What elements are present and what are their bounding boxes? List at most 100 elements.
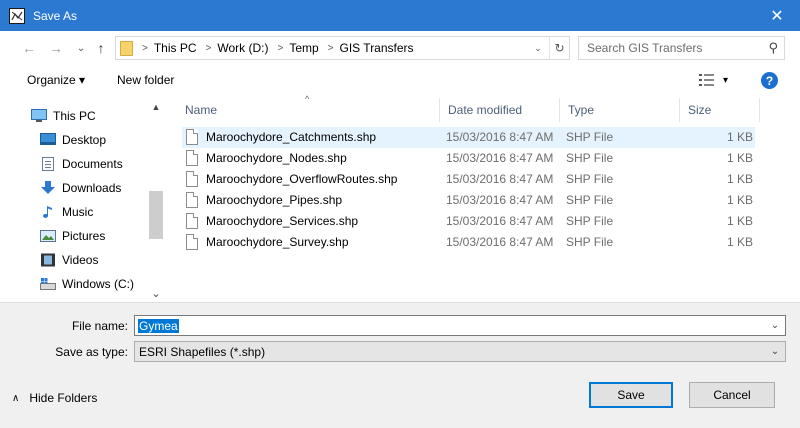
recent-locations-button[interactable]: ⌄ <box>72 39 90 57</box>
breadcrumb: > This PC > Work (D:) > Temp > GIS Trans… <box>142 41 414 55</box>
save-button[interactable]: Save <box>589 382 673 408</box>
save-options-panel: File name: Gymea ⌄ Save as type: ESRI Sh… <box>0 302 800 428</box>
nav-item-label: This PC <box>53 109 96 123</box>
refresh-button[interactable]: ↻ <box>549 37 569 59</box>
chevron-up-icon: ▲ <box>151 102 161 112</box>
nav-item-videos[interactable]: Videos <box>40 248 148 272</box>
back-button[interactable]: ← <box>20 39 38 57</box>
crumb-this-pc[interactable]: This PC <box>154 41 197 55</box>
file-row[interactable]: Maroochydore_Catchments.shp 15/03/2016 8… <box>182 127 755 148</box>
nav-item-label: Music <box>62 205 94 219</box>
nav-item-music[interactable]: Music <box>40 200 148 224</box>
file-icon <box>186 213 198 229</box>
file-name: Maroochydore_Services.shp <box>206 214 359 228</box>
hide-folders-label: Hide Folders <box>29 391 98 405</box>
chevron-up-icon: ∧ <box>12 392 20 404</box>
file-type: SHP File <box>566 214 614 228</box>
file-icon <box>186 171 198 187</box>
file-row[interactable]: Maroochydore_OverflowRoutes.shp 15/03/20… <box>182 169 755 190</box>
computer-icon <box>31 109 47 122</box>
file-size: 1 KB <box>726 193 753 207</box>
nav-item-documents[interactable]: Documents <box>40 152 148 176</box>
nav-item-desktop[interactable]: Desktop <box>40 128 148 152</box>
videos-icon <box>41 253 55 267</box>
up-arrow-icon: ↑ <box>97 40 105 56</box>
close-button[interactable]: ✕ <box>754 0 800 31</box>
file-type: SHP File <box>566 235 614 249</box>
column-header-date[interactable]: Date modified <box>440 98 560 122</box>
file-size: 1 KB <box>726 151 753 165</box>
nav-item-label: Videos <box>62 253 99 267</box>
chevron-down-icon: ⌄ <box>770 346 780 357</box>
filename-input[interactable]: Gymea ⌄ <box>134 315 786 336</box>
chevron-down-icon: ⌄ <box>534 42 542 53</box>
chevron-down-icon: ⌄ <box>151 287 161 300</box>
nav-item-this-pc[interactable]: This PC <box>31 104 148 128</box>
search-input[interactable]: Search GIS Transfers ⚲ <box>578 36 785 60</box>
file-date: 15/03/2016 8:47 AM <box>446 151 554 165</box>
column-header-name[interactable]: ^ Name <box>177 94 440 122</box>
new-folder-button[interactable]: New folder <box>117 73 174 87</box>
nav-scrollbar[interactable]: ▲ ⌄ <box>148 98 164 302</box>
sort-arrow-icon: ^ <box>305 94 310 104</box>
save-as-type-label: Save as type: <box>55 345 128 359</box>
file-row[interactable]: Maroochydore_Services.shp 15/03/2016 8:4… <box>182 211 755 232</box>
drive-icon <box>40 278 56 290</box>
nav-item-downloads[interactable]: Downloads <box>40 176 148 200</box>
view-options-icon[interactable] <box>699 73 715 87</box>
up-button[interactable]: ↑ <box>92 39 110 57</box>
file-row[interactable]: Maroochydore_Survey.shp 15/03/2016 8:47 … <box>182 232 755 253</box>
organize-button[interactable]: Organize ▾ <box>27 73 85 87</box>
navigation-pane: This PC Desktop Documents Downloads Musi… <box>0 98 167 302</box>
nav-item-label: Documents <box>62 157 123 171</box>
column-header-type[interactable]: Type <box>560 98 680 122</box>
desktop-icon <box>40 133 56 145</box>
file-icon <box>186 129 198 145</box>
scroll-up-button[interactable]: ▲ <box>148 100 164 114</box>
help-icon[interactable]: ? <box>761 72 778 89</box>
address-bar[interactable]: > This PC > Work (D:) > Temp > GIS Trans… <box>115 36 570 60</box>
nav-item-windows-c[interactable]: Windows (C:) <box>40 272 148 296</box>
save-as-type-value: ESRI Shapefiles (*.shp) <box>139 344 266 359</box>
folder-icon <box>120 40 133 56</box>
file-type: SHP File <box>566 193 614 207</box>
file-icon <box>186 234 198 250</box>
file-date: 15/03/2016 8:47 AM <box>446 193 554 207</box>
file-icon <box>186 192 198 208</box>
save-as-type-select[interactable]: ESRI Shapefiles (*.shp) ⌄ <box>134 341 786 362</box>
crumb-temp[interactable]: Temp <box>289 41 318 55</box>
crumb-gis-transfers[interactable]: GIS Transfers <box>340 41 414 55</box>
column-header-size[interactable]: Size <box>680 98 760 122</box>
scroll-thumb[interactable] <box>149 191 163 239</box>
nav-item-label: Pictures <box>62 229 106 243</box>
crumb-work-drive[interactable]: Work (D:) <box>217 41 268 55</box>
file-type: SHP File <box>566 172 614 186</box>
pictures-icon <box>40 230 56 242</box>
file-size: 1 KB <box>726 235 753 249</box>
file-size: 1 KB <box>726 214 753 228</box>
filename-value: Gymea <box>138 318 179 333</box>
music-icon <box>43 206 52 218</box>
address-dropdown-button[interactable]: ⌄ <box>529 37 547 59</box>
downloads-icon <box>41 181 55 194</box>
file-date: 15/03/2016 8:47 AM <box>446 235 554 249</box>
file-name: Maroochydore_Pipes.shp <box>206 193 343 207</box>
search-placeholder: Search GIS Transfers <box>587 41 703 55</box>
file-row[interactable]: Maroochydore_Pipes.shp 15/03/2016 8:47 A… <box>182 190 755 211</box>
scroll-down-button[interactable]: ⌄ <box>148 286 164 300</box>
chevron-down-icon[interactable]: ⌄ <box>767 316 783 335</box>
view-dropdown-button[interactable]: ▾ <box>723 75 728 86</box>
nav-item-pictures[interactable]: Pictures <box>40 224 148 248</box>
address-row: ← → ⌄ ↑ > This PC > Work (D:) > Temp > G… <box>0 31 800 64</box>
cancel-button[interactable]: Cancel <box>689 382 775 408</box>
nav-item-label: Downloads <box>62 181 122 195</box>
hide-folders-button[interactable]: ∧ Hide Folders <box>12 391 97 405</box>
forward-button[interactable]: → <box>47 39 65 57</box>
search-icon: ⚲ <box>768 40 778 55</box>
file-row[interactable]: Maroochydore_Nodes.shp 15/03/2016 8:47 A… <box>182 148 755 169</box>
file-size: 1 KB <box>726 172 753 186</box>
file-type: SHP File <box>566 151 614 165</box>
file-date: 15/03/2016 8:47 AM <box>446 214 554 228</box>
nav-item-label: Desktop <box>62 133 107 147</box>
divider <box>0 302 800 303</box>
